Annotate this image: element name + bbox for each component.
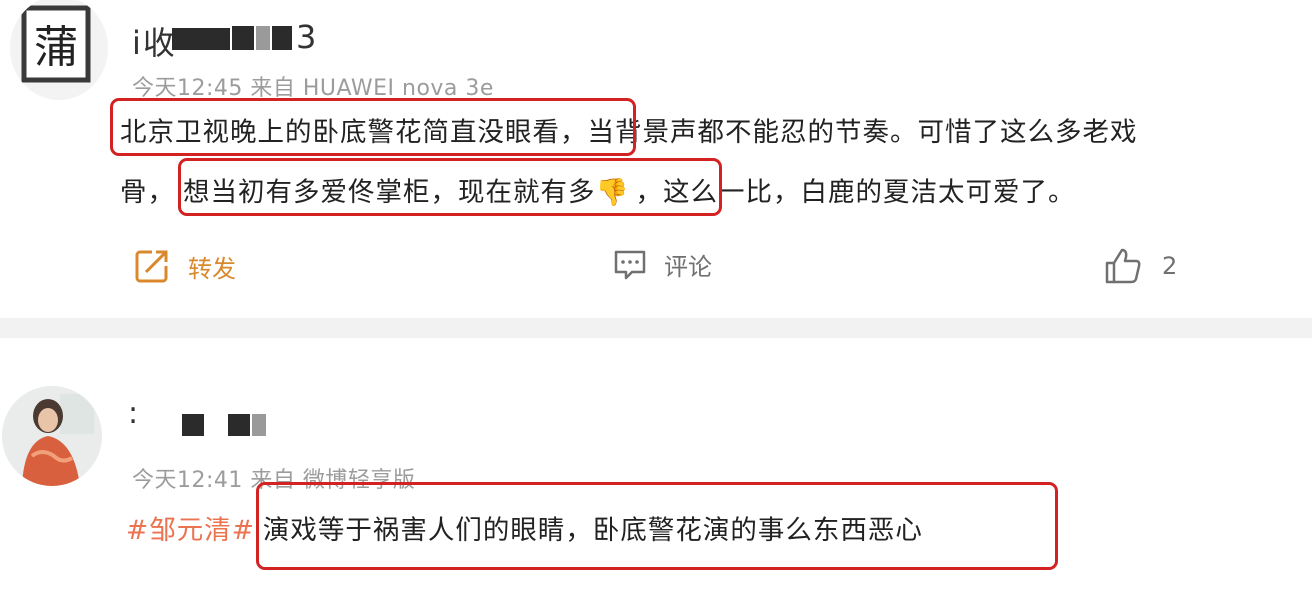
repost-label: 转发	[188, 254, 236, 283]
avatar[interactable]	[2, 386, 102, 486]
like-icon	[1104, 246, 1142, 286]
topic-hashtag[interactable]: #邹元清#	[126, 515, 255, 546]
username-mask	[172, 28, 230, 50]
username-mask	[228, 414, 250, 436]
highlight-box	[178, 158, 722, 216]
username-visible[interactable]: i收	[132, 18, 177, 64]
username-mask	[232, 26, 254, 50]
action-bar: 转发 评论 2	[0, 246, 1312, 296]
username-mask	[256, 26, 270, 50]
comment-icon	[612, 246, 648, 282]
repost-button[interactable]: 转发	[132, 246, 236, 286]
divider	[0, 318, 1312, 338]
highlight-box	[256, 482, 1058, 570]
username-mask	[272, 26, 292, 50]
avatar-character: 蒲	[34, 22, 78, 73]
username-mask	[252, 414, 266, 436]
weibo-comment-1: 蒲 i收 3 今天12:45 来自 HUAWEI nova 3e 北京卫视晚上的…	[0, 0, 1312, 318]
comment-text: 骨，	[120, 177, 175, 208]
comment-label: 评论	[664, 252, 712, 281]
like-button[interactable]: 2	[1104, 246, 1177, 286]
username-tail: 3	[296, 18, 319, 56]
avatar[interactable]: 蒲	[10, 0, 108, 100]
like-count: 2	[1162, 252, 1178, 280]
highlight-box	[110, 98, 636, 156]
username-mask	[182, 414, 204, 436]
comment-text: ，当背景声都不能忍的节奏。可惜了这么多老戏	[560, 117, 1138, 148]
username-visible[interactable]: :	[128, 396, 140, 431]
comment-button[interactable]: 评论	[612, 246, 712, 282]
weibo-comment-2: : 今天12:41 来自 微博轻享版 #邹元清# 演戏等于祸害人们的眼睛，卧底警花…	[0, 338, 1312, 592]
repost-icon	[132, 246, 172, 286]
